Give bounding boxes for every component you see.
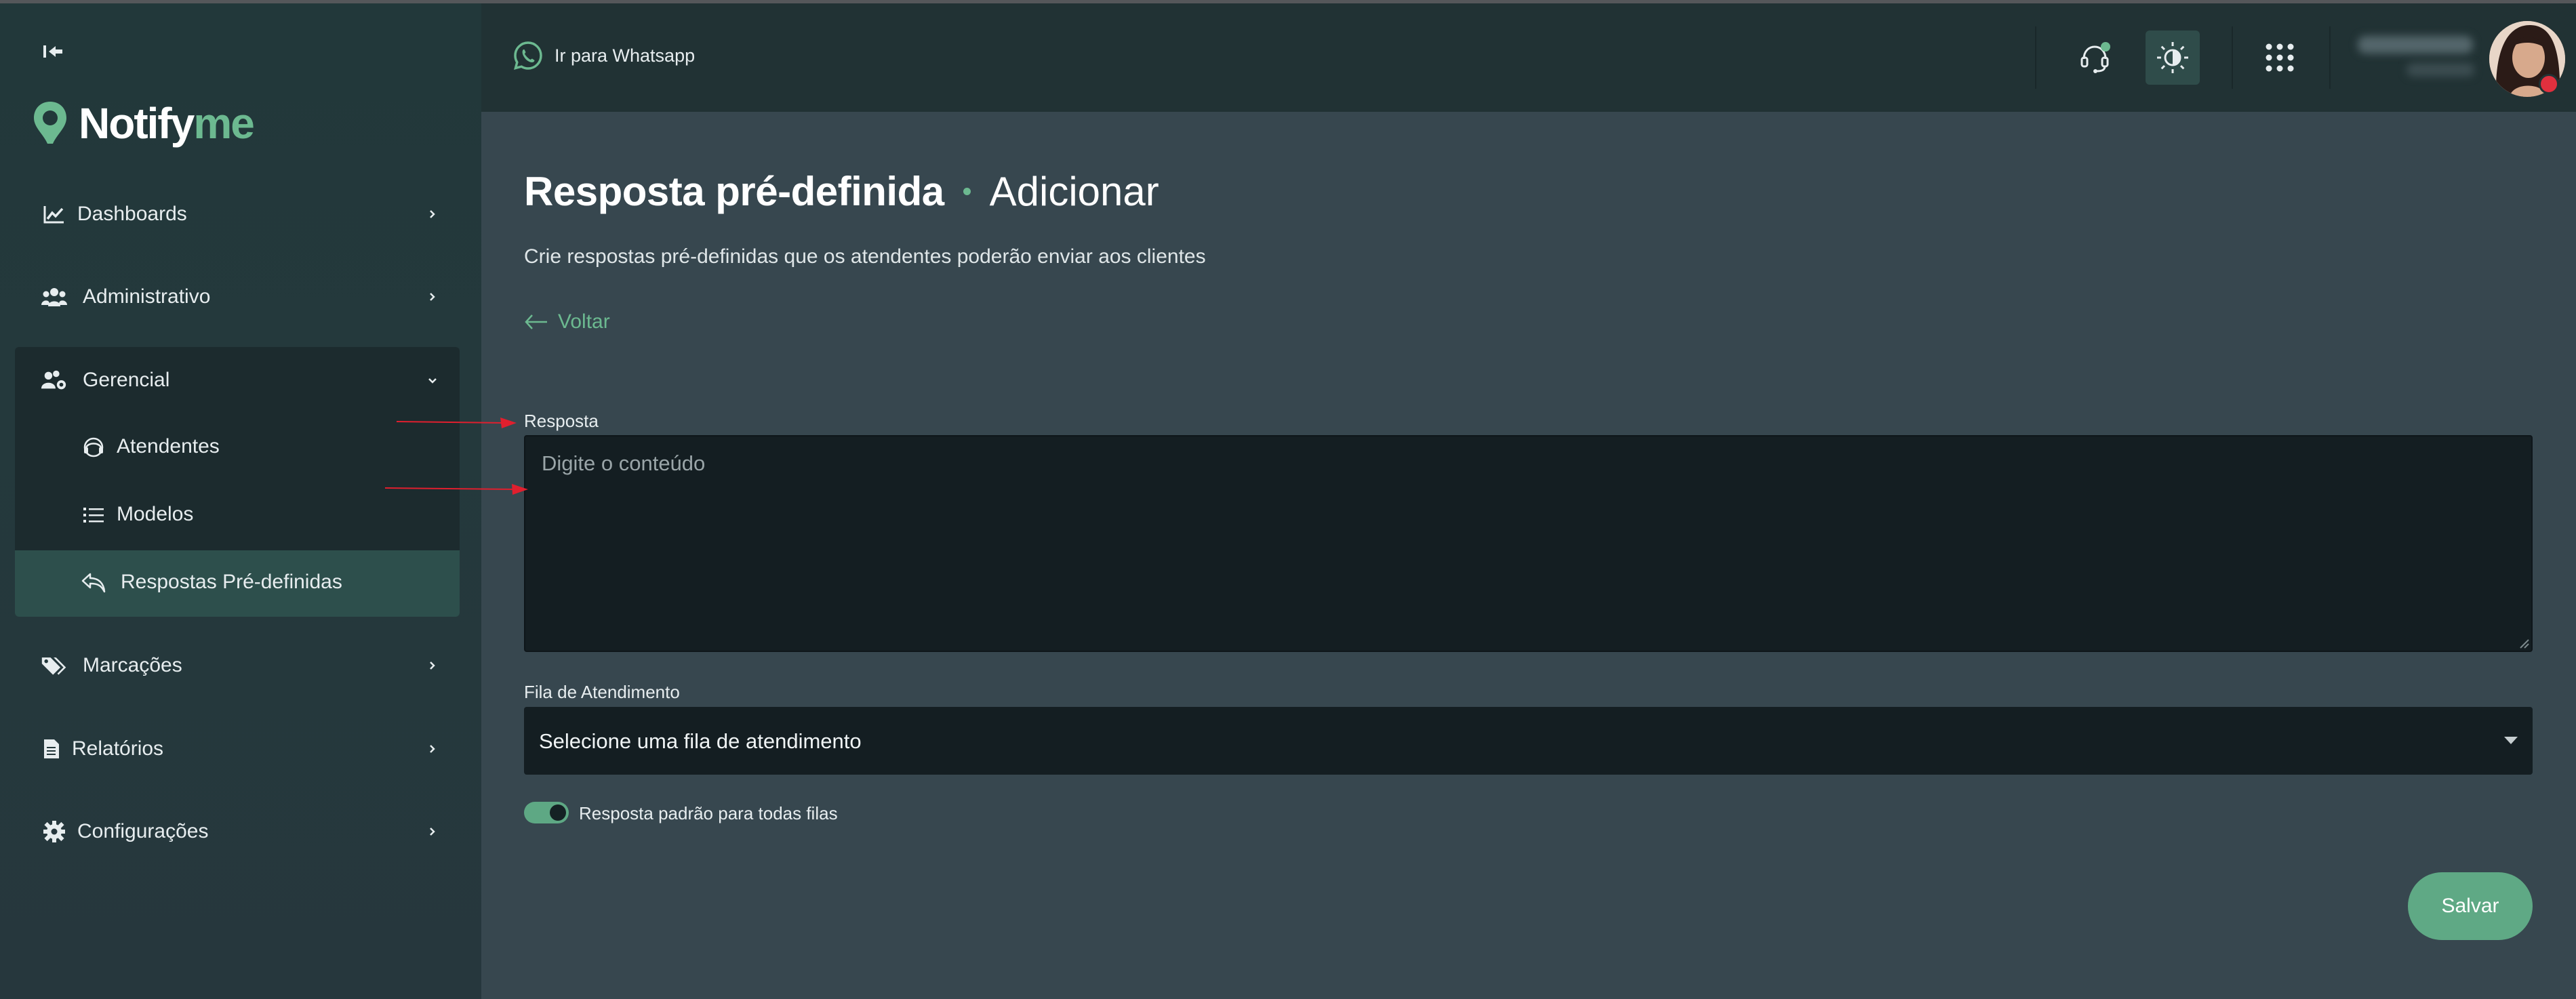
offline-status-dot (2539, 74, 2559, 94)
chart-line-icon (41, 201, 68, 228)
whatsapp-link-label: Ir para Whatsapp (555, 45, 696, 66)
chevron-right-icon (430, 661, 435, 670)
sidebar: Notifyme Dashboards Administrativo Geren… (0, 0, 481, 999)
whatsapp-icon (514, 41, 542, 70)
user-name-blurred[interactable] (2352, 30, 2474, 79)
caret-down-icon (2504, 737, 2518, 744)
sidebar-item-marcacoes[interactable]: Marcações (15, 632, 460, 699)
page-title-main: Resposta pré-definida (524, 169, 944, 214)
chevron-right-icon (430, 828, 435, 836)
apps-menu-button[interactable] (2253, 30, 2307, 85)
toggle-knob (550, 804, 566, 821)
chevron-down-icon (428, 378, 437, 384)
header-divider (2232, 26, 2233, 89)
arrow-left-icon (525, 314, 547, 329)
tags-icon (41, 652, 68, 679)
queue-field-label: Fila de Atendimento (524, 682, 680, 702)
queue-select-value: Selecione uma fila de atendimento (539, 729, 862, 753)
save-button[interactable]: Salvar (2408, 872, 2533, 940)
chevron-right-icon (430, 210, 435, 218)
header-divider (2035, 26, 2036, 89)
sidebar-item-dashboards[interactable]: Dashboards (15, 180, 460, 248)
sidebar-item-administrativo[interactable]: Administrativo (15, 263, 460, 331)
chevron-right-icon (430, 745, 435, 753)
default-response-toggle[interactable] (524, 802, 569, 823)
sidebar-item-label: Relatórios (72, 737, 164, 760)
sidebar-subitem-modelos[interactable]: Modelos (15, 483, 460, 548)
brand-logo[interactable]: Notifyme (31, 96, 255, 150)
chevron-right-icon (430, 293, 435, 301)
response-textarea[interactable] (524, 435, 2533, 652)
headset-icon (2080, 42, 2110, 73)
sidebar-subitem-label: Atendentes (117, 435, 220, 457)
page-title-action: Adicionar (989, 169, 1159, 214)
collapse-sidebar-button[interactable] (39, 39, 66, 64)
whatsapp-link[interactable]: Ir para Whatsapp (512, 40, 695, 71)
sidebar-subitem-atendentes[interactable]: Atendentes (15, 415, 460, 480)
sidebar-item-label: Dashboards (77, 203, 187, 225)
title-separator-dot (963, 188, 971, 195)
sidebar-item-label: Configurações (77, 820, 209, 842)
headset-icon (80, 434, 107, 461)
collapse-sidebar-icon (43, 45, 62, 58)
default-response-toggle-label: Resposta padrão para todas filas (579, 803, 838, 823)
sidebar-subitem-label: Modelos (117, 503, 194, 525)
sidebar-item-label: Marcações (83, 654, 182, 676)
back-link-label: Voltar (558, 310, 610, 333)
page-title: Resposta pré-definida Adicionar (524, 168, 1159, 215)
window-top-border (0, 0, 2576, 3)
back-link[interactable]: Voltar (524, 310, 610, 333)
document-icon (38, 735, 65, 762)
sidebar-item-label: Administrativo (83, 285, 211, 308)
support-status-button[interactable] (2068, 30, 2122, 85)
blurred-text (2407, 63, 2474, 77)
list-icon (80, 502, 107, 529)
reply-icon (80, 569, 107, 596)
sidebar-subitem-respostas-pre-definidas[interactable]: Respostas Pré-definidas (15, 550, 460, 617)
top-header: Ir para Whatsapp (481, 3, 2576, 112)
resize-grip-icon[interactable] (2516, 636, 2530, 649)
users-gear-icon (41, 367, 68, 394)
brand-name: Notifyme (79, 99, 255, 148)
queue-select[interactable]: Selecione uma fila de atendimento (524, 707, 2533, 775)
sidebar-item-label: Gerencial (83, 369, 170, 391)
apps-grid-icon (2266, 43, 2294, 72)
users-group-icon (41, 283, 68, 310)
sidebar-item-relatorios[interactable]: Relatórios (15, 715, 460, 783)
gear-icon (41, 818, 68, 845)
sidebar-item-gerencial[interactable]: Gerencial (15, 346, 460, 414)
blurred-text (2358, 36, 2473, 54)
sidebar-item-configuracoes[interactable]: Configurações (15, 798, 460, 865)
sidebar-subitem-label: Respostas Pré-definidas (121, 571, 342, 593)
theme-toggle-button[interactable] (2146, 30, 2200, 85)
header-divider (2329, 26, 2331, 89)
brightness-icon (2157, 42, 2188, 73)
page-subtitle: Crie respostas pré-definidas que os aten… (524, 245, 1206, 268)
response-field-label: Resposta (524, 411, 599, 431)
location-pin-icon (34, 102, 66, 144)
